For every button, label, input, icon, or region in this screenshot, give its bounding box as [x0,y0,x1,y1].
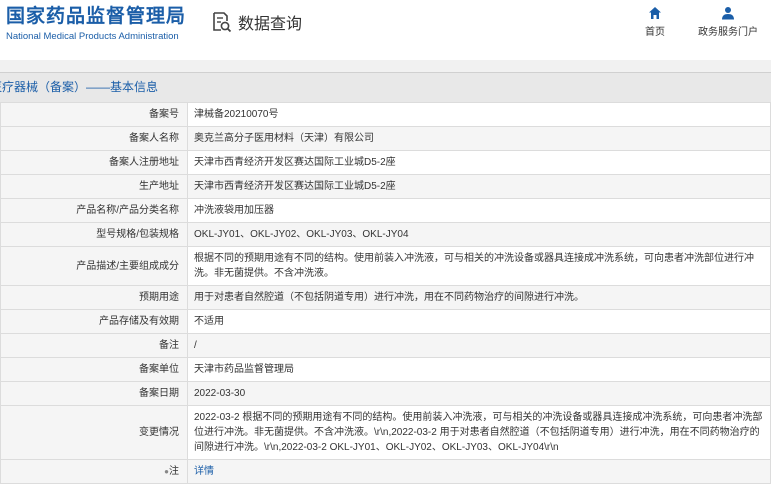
table-row: 备注 / [0,333,771,358]
table-row: 产品存储及有效期 不适用 [0,309,771,334]
home-icon [649,7,661,19]
table-row: 备案人注册地址 天津市西青经济开发区赛达国际工业城D5-2座 [0,150,771,175]
row-value: 用于对患者自然腔道（不包括阴道专用）进行冲洗，用在不同药物治疗的间隙进行冲洗。 [187,285,771,310]
table-row: 备案人名称 奥克兰高分子医用材料（天津）有限公司 [0,126,771,151]
table-row: 备案号 津械备20210070号 [0,102,771,127]
table-row: 预期用途 用于对患者自然腔道（不包括阴道专用）进行冲洗，用在不同药物治疗的间隙进… [0,285,771,310]
table-row: 生产地址 天津市西青经济开发区赛达国际工业城D5-2座 [0,174,771,199]
user-icon [722,7,734,20]
row-label: 变更情况 [0,405,188,460]
row-label: 备案单位 [0,357,188,382]
row-label: 生产地址 [0,174,188,199]
row-value: 天津市药品监督管理局 [187,357,771,382]
row-label: 备案人名称 [0,126,188,151]
table-row: 产品描述/主要组成成分 根据不同的预期用途有不同的结构。使用前装入冲洗液，可与相… [0,246,771,286]
table-row: 变更情况 2022-03-2 根据不同的预期用途有不同的结构。使用前装入冲洗液，… [0,405,771,460]
row-label: 备案日期 [0,381,188,406]
row-value: 冲洗液袋用加压器 [187,198,771,223]
nav-service-portal-label: 政务服务门户 [698,27,758,38]
table-row: 备案单位 天津市药品监督管理局 [0,357,771,382]
details-link[interactable]: 详情 [194,466,214,477]
row-value: 天津市西青经济开发区赛达国际工业城D5-2座 [187,174,771,199]
data-query-label: 数据查询 [238,16,303,33]
row-value: 津械备20210070号 [187,102,771,127]
row-value: 天津市西青经济开发区赛达国际工业城D5-2座 [187,150,771,175]
row-label: 型号规格/包装规格 [0,222,188,247]
header-divider [0,60,771,72]
row-value: 2022-03-30 [187,381,771,406]
row-value: 不适用 [187,309,771,334]
data-search-icon [213,12,232,33]
logo-chinese-name: 国家药品监督管理局 [6,6,187,27]
site-logo[interactable]: 国家药品监督管理局 National Medical Products Admi… [6,6,186,43]
row-value: 根据不同的预期用途有不同的结构。使用前装入冲洗液，可与相关的冲洗设备或器具连接成… [187,246,771,286]
table-row: 产品名称/产品分类名称 冲洗液袋用加压器 [0,198,771,223]
section-title: 医疗器械（备案）——基本信息 [0,80,159,94]
row-label: 预期用途 [0,285,188,310]
row-value: / [187,333,771,358]
row-value: 2022-03-2 根据不同的预期用途有不同的结构。使用前装入冲洗液，可与相关的… [187,405,771,460]
section-header: 医疗器械（备案）——基本信息 [0,72,771,102]
row-label: 注 [169,466,179,477]
row-label: 备注 [0,333,188,358]
table-row: ●注 详情 [0,459,771,484]
data-query-title[interactable]: 数据查询 [212,10,302,34]
row-label: 产品存储及有效期 [0,309,188,334]
row-label: 备案人注册地址 [0,150,188,175]
nav-home[interactable]: 首页 [645,6,665,38]
row-value: 奥克兰高分子医用材料（天津）有限公司 [187,126,771,151]
row-label: 备案号 [0,102,188,127]
logo-english-name: National Medical Products Administration [6,31,179,42]
row-label: 产品描述/主要组成成分 [0,246,188,286]
nav-home-label: 首页 [645,27,665,38]
info-table: 备案号 津械备20210070号 备案人名称 奥克兰高分子医用材料（天津）有限公… [0,102,771,484]
row-value: 详情 [187,459,771,484]
table-row: 型号规格/包装规格 OKL-JY01、OKL-JY02、OKL-JY03、OKL… [0,222,771,247]
site-header: 国家药品监督管理局 National Medical Products Admi… [0,0,771,60]
row-value: OKL-JY01、OKL-JY02、OKL-JY03、OKL-JY04 [187,222,771,247]
row-label: 产品名称/产品分类名称 [0,198,188,223]
nav-service-portal[interactable]: 政务服务门户 [698,6,758,38]
table-row: 备案日期 2022-03-30 [0,381,771,406]
row-label-note: ●注 [0,459,188,484]
